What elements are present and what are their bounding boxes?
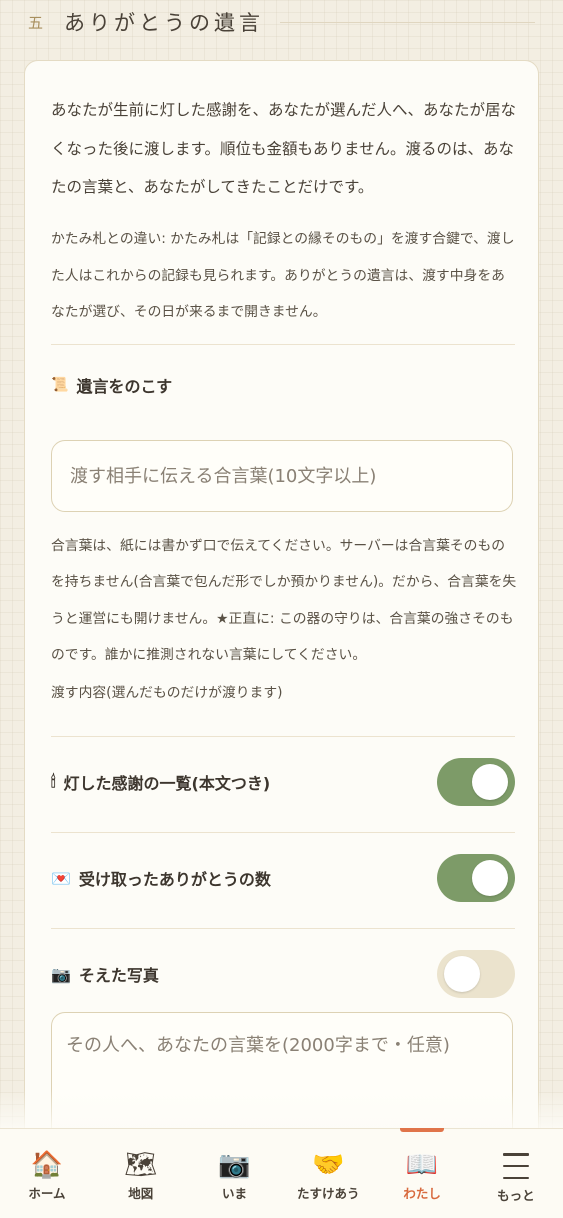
thanks-list-label: 灯した感謝の一覧(本文つき): [63, 774, 271, 793]
leave-will-label: 遺言をのこす: [76, 377, 173, 396]
thanks-count-toggle[interactable]: [437, 854, 515, 902]
menu-icon: [502, 1153, 529, 1179]
leave-will-heading: 📜 遺言をのこす: [51, 373, 172, 397]
toggle-knob: [444, 956, 480, 992]
nav-label: たすけあう: [297, 1186, 360, 1201]
nav-label: 地図: [128, 1186, 154, 1201]
contents-label: 渡す内容(選んだものだけが渡ります): [51, 685, 283, 701]
photos-label: そえた写真: [78, 966, 159, 985]
passphrase-help: 合言葉は、紙には書かず口で伝えてください。サーバーは合言葉そのものを持ちません(…: [51, 538, 517, 663]
handshake-icon: 🤝: [312, 1150, 345, 1180]
toggle-row-thanks-list: 🕯 灯した感謝の一覧(本文つき): [51, 752, 515, 812]
camera-icon: 📷: [51, 964, 71, 984]
nav-item-home[interactable]: 🏠 ホーム: [0, 1129, 94, 1218]
world-map-icon: 🗺: [124, 1150, 158, 1180]
thanks-list-toggle[interactable]: [437, 758, 515, 806]
open-book-icon: 📖: [405, 1150, 439, 1180]
nav-label: いま: [221, 1186, 247, 1201]
toggle-row-thanks-count: 💌 受け取ったありがとうの数: [51, 848, 515, 908]
legacy-card: あなたが生前に灯した感謝を、あなたが選んだ人へ、あなたが居なくなった後に渡します…: [24, 60, 539, 1180]
thanks-count-label: 受け取ったありがとうの数: [78, 870, 271, 889]
nav-item-help-each-other[interactable]: 🤝 たすけあう: [281, 1129, 375, 1218]
divider: [51, 344, 515, 345]
love-letter-icon: 💌: [51, 868, 71, 888]
active-indicator: [400, 1128, 445, 1132]
nav-item-now[interactable]: 📷 いま: [188, 1129, 282, 1218]
scroll-icon: 📜: [51, 377, 69, 393]
toggle-label: 📷 そえた写真: [51, 962, 159, 986]
camera-icon: 📷: [218, 1150, 251, 1180]
nav-label: ホーム: [28, 1186, 66, 1201]
nav-item-more[interactable]: もっと: [469, 1129, 563, 1218]
divider: [51, 832, 515, 833]
nav-item-me[interactable]: 📖 わたし: [375, 1128, 469, 1218]
toggle-label: 🕯 灯した感謝の一覧(本文つき): [51, 770, 270, 794]
photos-toggle[interactable]: [437, 950, 515, 998]
difference-note: かたみ札との違い: かたみ札は「記録との縁そのもの」を渡す合鍵で、渡した人はこれ…: [51, 231, 515, 320]
section-title: ありがとうの遺言: [64, 11, 264, 35]
toggle-row-photos: 📷 そえた写真: [51, 944, 515, 1004]
toggle-knob: [472, 860, 508, 896]
divider: [51, 928, 515, 929]
intro-text: あなたが生前に灯した感謝を、あなたが選んだ人へ、あなたが居なくなった後に渡します…: [51, 101, 517, 196]
scroll-fade: [0, 1090, 563, 1130]
nav-label: もっと: [497, 1188, 535, 1203]
home-icon: 🏠: [30, 1150, 64, 1180]
section-number: 五: [28, 13, 44, 32]
divider: [51, 736, 515, 737]
bottom-nav: 🏠 ホーム 🗺 地図 📷 いま 🤝 たすけあう 📖 わたし もっと: [0, 1128, 563, 1218]
candle-icon: 🕯: [51, 772, 56, 791]
section-divider: [280, 21, 535, 23]
toggle-label: 💌 受け取ったありがとうの数: [51, 866, 271, 890]
passphrase-input[interactable]: [51, 440, 513, 512]
nav-item-map[interactable]: 🗺 地図: [94, 1129, 188, 1218]
section-header: 五 ありがとうの遺言: [0, 0, 563, 44]
toggle-knob: [472, 764, 508, 800]
nav-label: わたし: [403, 1186, 441, 1201]
